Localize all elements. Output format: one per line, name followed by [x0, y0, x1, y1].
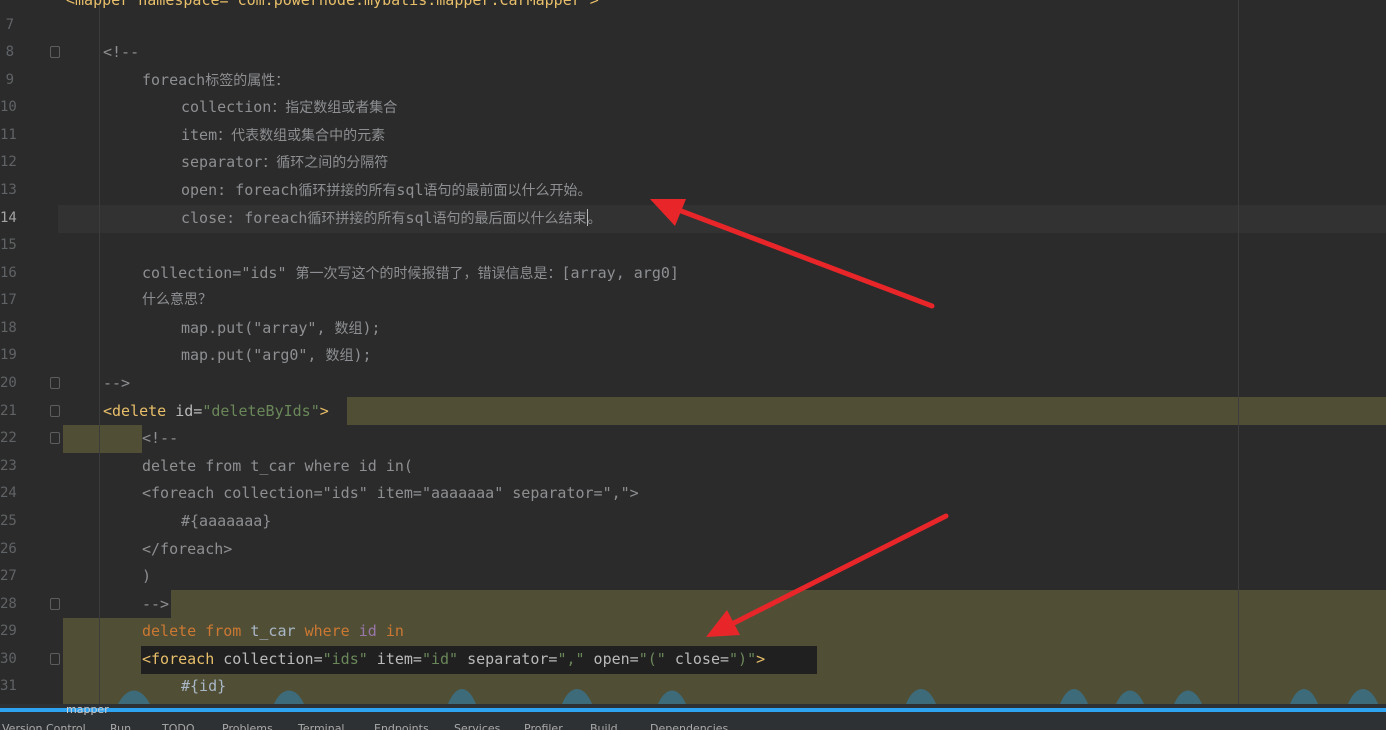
- progress-line: [0, 708, 1386, 712]
- arrow-to-close-comment: [650, 199, 935, 309]
- breadcrumb[interactable]: mapper: [66, 703, 109, 716]
- tool-window-services[interactable]: Services: [454, 722, 500, 730]
- tool-window-build[interactable]: Build: [590, 722, 618, 730]
- tool-window-endpoints[interactable]: Endpoints: [374, 722, 429, 730]
- tool-window-todo[interactable]: TODO: [162, 722, 195, 730]
- tool-window-profiler[interactable]: Profiler: [524, 722, 563, 730]
- tool-window-terminal[interactable]: Terminal: [298, 722, 345, 730]
- wave-decoration: [118, 689, 1378, 704]
- code-editor[interactable]: <mapper namespace="com.powernode.mybatis…: [0, 0, 1386, 704]
- status-bar: Version Control Run TODO Problems Termin…: [0, 722, 1386, 730]
- tool-window-version-control[interactable]: Version Control: [2, 722, 86, 730]
- tool-window-run[interactable]: Run: [110, 722, 131, 730]
- arrow-to-foreach-open: [706, 513, 949, 637]
- tool-window-problems[interactable]: Problems: [222, 722, 273, 730]
- tool-window-dependencies[interactable]: Dependencies: [650, 722, 728, 730]
- annotation-arrows: [650, 199, 949, 637]
